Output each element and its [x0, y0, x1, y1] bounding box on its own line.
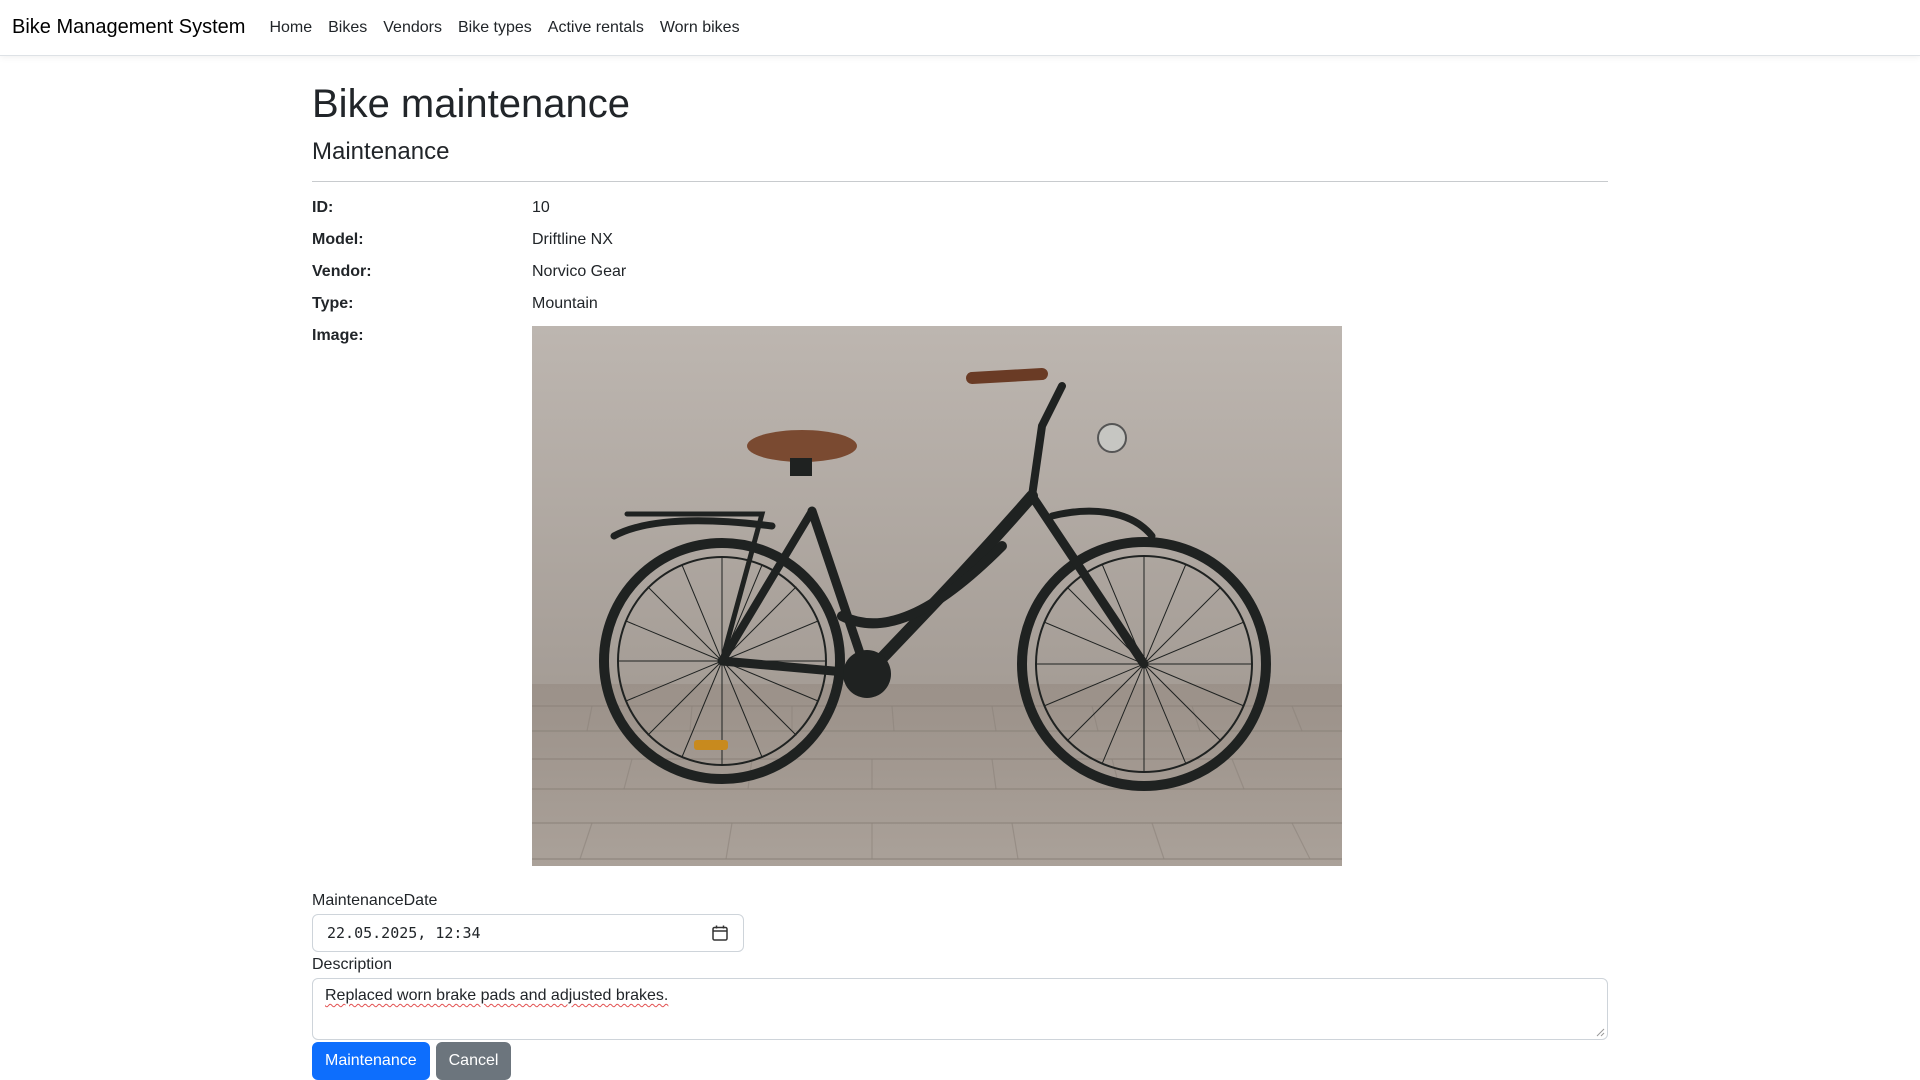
maintenance-date-value: 22.05.2025, 12:34: [327, 923, 481, 942]
maintenance-date-input[interactable]: 22.05.2025, 12:34: [312, 913, 744, 952]
description-textarea[interactable]: Replaced worn brake pads and adjusted br…: [312, 977, 1608, 1040]
model-value: Driftline NX: [532, 230, 613, 248]
nav-link-bikes[interactable]: Bikes: [328, 19, 367, 37]
resize-grip-icon[interactable]: [1595, 1027, 1605, 1037]
bike-details: ID: 10 Model: Driftline NX Vendor: Norvi…: [312, 198, 1608, 866]
id-label: ID:: [312, 198, 334, 216]
description-label: Description: [312, 955, 393, 973]
calendar-icon[interactable]: [711, 924, 729, 942]
navbar-brand[interactable]: Bike Management System: [12, 16, 245, 39]
top-navbar: Bike Management System Home Bikes Vendor…: [0, 0, 1920, 56]
type-label: Type:: [312, 294, 354, 312]
vendor-label: Vendor:: [312, 262, 372, 280]
vendor-value: Norvico Gear: [532, 262, 627, 280]
maintenance-button[interactable]: Maintenance: [312, 1041, 430, 1080]
maintenance-date-label: MaintenanceDate: [312, 891, 438, 909]
image-value: [532, 325, 1608, 866]
divider: [312, 180, 1608, 182]
nav-link-vendors[interactable]: Vendors: [383, 19, 442, 37]
nav-link-home[interactable]: Home: [269, 19, 312, 37]
bike-image: [532, 325, 1342, 866]
model-label: Model:: [312, 230, 364, 248]
page-subtitle: Maintenance: [312, 138, 450, 165]
nav-link-worn-bikes[interactable]: Worn bikes: [660, 19, 740, 37]
main-content: Bike maintenance Maintenance ID: 10 Mode…: [312, 70, 1608, 1080]
form-buttons: Maintenance Cancel: [312, 1041, 1608, 1080]
maintenance-form: MaintenanceDate 22.05.2025, 12:34 Descri…: [312, 892, 1608, 1080]
type-value: Mountain: [532, 294, 598, 312]
nav-link-bike-types[interactable]: Bike types: [458, 19, 532, 37]
id-value: 10: [532, 198, 550, 216]
page-title: Bike maintenance: [312, 82, 630, 126]
nav-links: Home Bikes Vendors Bike types Active ren…: [269, 19, 755, 37]
description-value: Replaced worn brake pads and adjusted br…: [325, 986, 669, 1004]
cancel-button[interactable]: Cancel: [435, 1041, 512, 1080]
image-label: Image:: [312, 326, 364, 344]
nav-link-active-rentals[interactable]: Active rentals: [548, 19, 644, 37]
